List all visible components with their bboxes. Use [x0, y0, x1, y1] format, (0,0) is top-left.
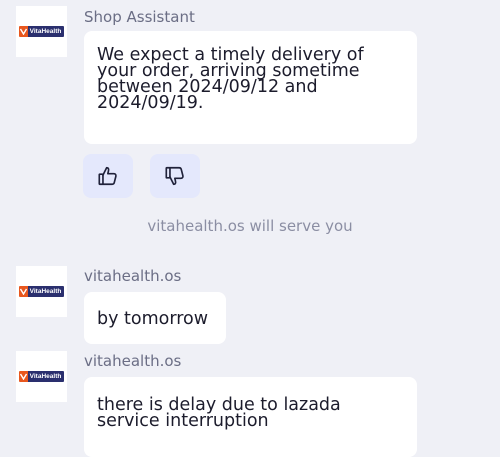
message-bubble: We expect a timely delivery of your orde…	[84, 31, 417, 144]
message-text-line: by tomorrow	[97, 309, 209, 329]
vitahealth-logo-text: VitaHealth	[27, 371, 65, 382]
vitahealth-os-avatar: VitaHealth	[16, 351, 67, 402]
vitahealth-logo-text: VitaHealth	[27, 26, 65, 37]
message-text-line: 2024/09/19.	[97, 93, 204, 113]
vitahealth-logo: VitaHealth	[18, 286, 65, 297]
vitahealth-os-avatar: VitaHealth	[16, 266, 67, 317]
shop-assistant-avatar: VitaHealth	[16, 6, 67, 57]
vitahealth-logo: VitaHealth	[18, 371, 65, 382]
message-sender-name: vitahealth.os	[84, 352, 182, 370]
vitahealth-logo: VitaHealth	[18, 26, 65, 37]
message-bubble: by tomorrow	[84, 292, 226, 344]
thumbs-down-icon	[164, 165, 186, 187]
system-note: vitahealth.os will serve you	[147, 217, 353, 235]
thumbs-up-icon	[97, 165, 119, 187]
message-sender-name: vitahealth.os	[84, 267, 182, 285]
thumbs-up-button[interactable]	[83, 154, 133, 198]
vitahealth-logo-mark-icon	[18, 26, 28, 37]
vitahealth-logo-text: VitaHealth	[27, 286, 65, 297]
thumbs-down-button[interactable]	[150, 154, 200, 198]
message-text-line: service interruption	[97, 411, 269, 431]
vitahealth-logo-mark-icon	[18, 371, 28, 382]
message-bubble: there is delay due to lazada service int…	[84, 377, 417, 457]
vitahealth-logo-mark-icon	[18, 286, 28, 297]
message-sender-name: Shop Assistant	[84, 8, 195, 26]
